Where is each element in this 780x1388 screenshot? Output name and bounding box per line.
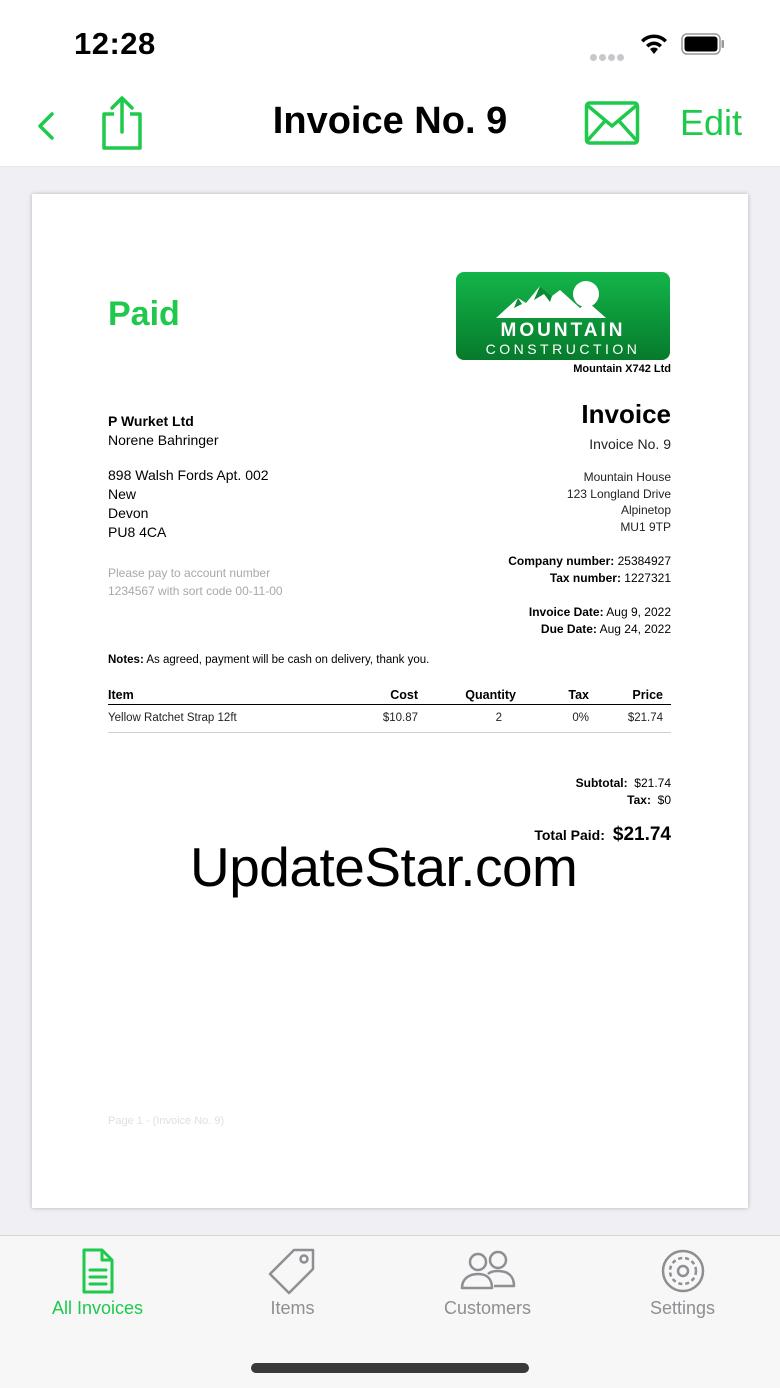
company-number-row: Company number: 25384927 — [508, 553, 671, 570]
tax-row: Tax: $0 — [576, 792, 671, 809]
totals-block: Subtotal: $21.74 Tax: $0 — [576, 775, 671, 809]
tab-all-invoices[interactable]: All Invoices — [0, 1246, 195, 1319]
tab-settings[interactable]: Settings — [585, 1246, 780, 1319]
customer-company: P Wurket Ltd — [108, 413, 194, 429]
payment-line: Please pay to account number — [108, 566, 271, 580]
people-icon — [460, 1250, 515, 1290]
battery-icon — [681, 33, 724, 55]
total-paid-value: $21.74 — [612, 824, 671, 845]
subtotal-value: $21.74 — [634, 776, 671, 790]
home-indicator — [251, 1363, 529, 1373]
watermark: UpdateStar.com — [190, 836, 578, 898]
item-cost: $10.87 — [358, 704, 426, 733]
tax-value: $0 — [657, 793, 671, 807]
item-quantity: 2 — [426, 704, 524, 733]
payment-line: 1234567 with sort code 00-11-00 — [108, 584, 283, 598]
document-icon — [82, 1248, 113, 1294]
tag-icon — [268, 1248, 314, 1295]
navigation-bar: Invoice No. 9 Edit — [0, 88, 780, 167]
tab-label: Items — [270, 1298, 315, 1318]
notes-text: As agreed, payment will be cash on deliv… — [146, 654, 430, 666]
due-date-row: Due Date: Aug 24, 2022 — [529, 621, 671, 638]
due-date-label: Due Date: — [540, 622, 597, 636]
tab-customers[interactable]: Customers — [390, 1246, 585, 1319]
tax-label: Tax: — [627, 793, 651, 807]
logo-text-construction: CONSTRUCTION — [485, 341, 641, 357]
wifi-icon — [641, 34, 667, 54]
invoice-date-value: Aug 9, 2022 — [606, 605, 671, 619]
subtotal-row: Subtotal: $21.74 — [576, 775, 671, 792]
page-footer: Page 1 - (Invoice No. 9) — [108, 1115, 225, 1127]
tab-label: Customers — [443, 1298, 532, 1318]
gear-icon — [661, 1249, 704, 1293]
tab-items[interactable]: Items — [195, 1246, 390, 1319]
payment-instructions: Please pay to account number 1234567 wit… — [108, 564, 283, 600]
tab-bar: All Invoices Items Customers Settings — [0, 1235, 780, 1388]
invoice-preview-area[interactable]: Paid MOUNTAIN CONSTRUCTION Mountain X742… — [0, 167, 780, 1235]
item-price: $21.74 — [597, 704, 671, 733]
company-number-label: Company number: — [508, 554, 615, 568]
table-header-row: Item Cost Quantity Tax Price — [108, 688, 671, 705]
invoice-page: Paid MOUNTAIN CONSTRUCTION Mountain X742… — [32, 194, 748, 1208]
address-line: 898 Walsh Fords Apt. 002 — [108, 467, 269, 483]
item-tax: 0% — [524, 704, 597, 733]
invoice-date-label: Invoice Date: — [528, 605, 604, 619]
column-header-cost: Cost — [358, 688, 426, 705]
page-title: Invoice No. 9 — [272, 100, 508, 142]
invoice-heading: Invoice — [581, 399, 671, 429]
customer-address: 898 Walsh Fords Apt. 002 New Devon PU8 4… — [108, 466, 269, 542]
notes-label: Notes: — [108, 654, 144, 666]
status-bar: 12:28 — [0, 0, 780, 88]
invoice-dates: Invoice Date: Aug 9, 2022 Due Date: Aug … — [529, 604, 671, 638]
customer-contact: Norene Bahringer — [108, 432, 219, 448]
address-line: 123 Longland Drive — [566, 486, 671, 501]
company-name: Mountain X742 Ltd — [573, 363, 671, 375]
item-name: Yellow Ratchet Strap 12ft — [108, 704, 358, 733]
tab-label: All Invoices — [51, 1298, 144, 1318]
address-line: Devon — [108, 505, 149, 521]
table-row: Yellow Ratchet Strap 12ft $10.87 2 0% $2… — [108, 704, 671, 733]
column-header-item: Item — [108, 688, 358, 705]
company-address: Mountain House 123 Longland Drive Alpine… — [567, 469, 671, 535]
address-line: Alpinetop — [620, 503, 671, 517]
paid-status: Paid — [108, 295, 180, 333]
logo-text-mountain: MOUNTAIN — [500, 320, 626, 341]
mountain-logo-icon — [496, 281, 606, 318]
column-header-quantity: Quantity — [426, 688, 524, 705]
address-line: Mountain House — [583, 470, 671, 484]
column-header-tax: Tax — [524, 688, 597, 705]
cellular-signal-icon — [590, 48, 626, 66]
bill-to-block: P Wurket Ltd Norene Bahringer 898 Walsh … — [108, 412, 269, 542]
tax-number-value: 1227321 — [624, 571, 671, 585]
address-line: PU8 4CA — [108, 524, 167, 540]
tax-number-label: Tax number: — [549, 571, 621, 585]
due-date-value: Aug 24, 2022 — [599, 622, 671, 636]
company-number-value: 25384927 — [617, 554, 671, 568]
address-line: New — [108, 486, 137, 502]
subtotal-label: Subtotal: — [575, 776, 628, 790]
invoice-number: Invoice No. 9 — [589, 436, 671, 452]
edit-button[interactable]: Edit — [680, 102, 742, 144]
column-header-price: Price — [597, 688, 671, 705]
tax-number-row: Tax number: 1227321 — [508, 570, 671, 587]
invoice-date-row: Invoice Date: Aug 9, 2022 — [529, 604, 671, 621]
tab-label: Settings — [649, 1298, 716, 1318]
registration-info: Company number: 25384927 Tax number: 122… — [508, 553, 671, 587]
status-time: 12:28 — [74, 26, 156, 61]
invoice-notes: Notes: As agreed, payment will be cash o… — [108, 654, 429, 666]
mail-icon[interactable] — [584, 100, 640, 146]
company-logo: MOUNTAIN CONSTRUCTION — [456, 272, 670, 360]
address-line: MU1 9TP — [620, 519, 671, 534]
line-items-table: Item Cost Quantity Tax Price Yellow Ratc… — [108, 688, 671, 733]
